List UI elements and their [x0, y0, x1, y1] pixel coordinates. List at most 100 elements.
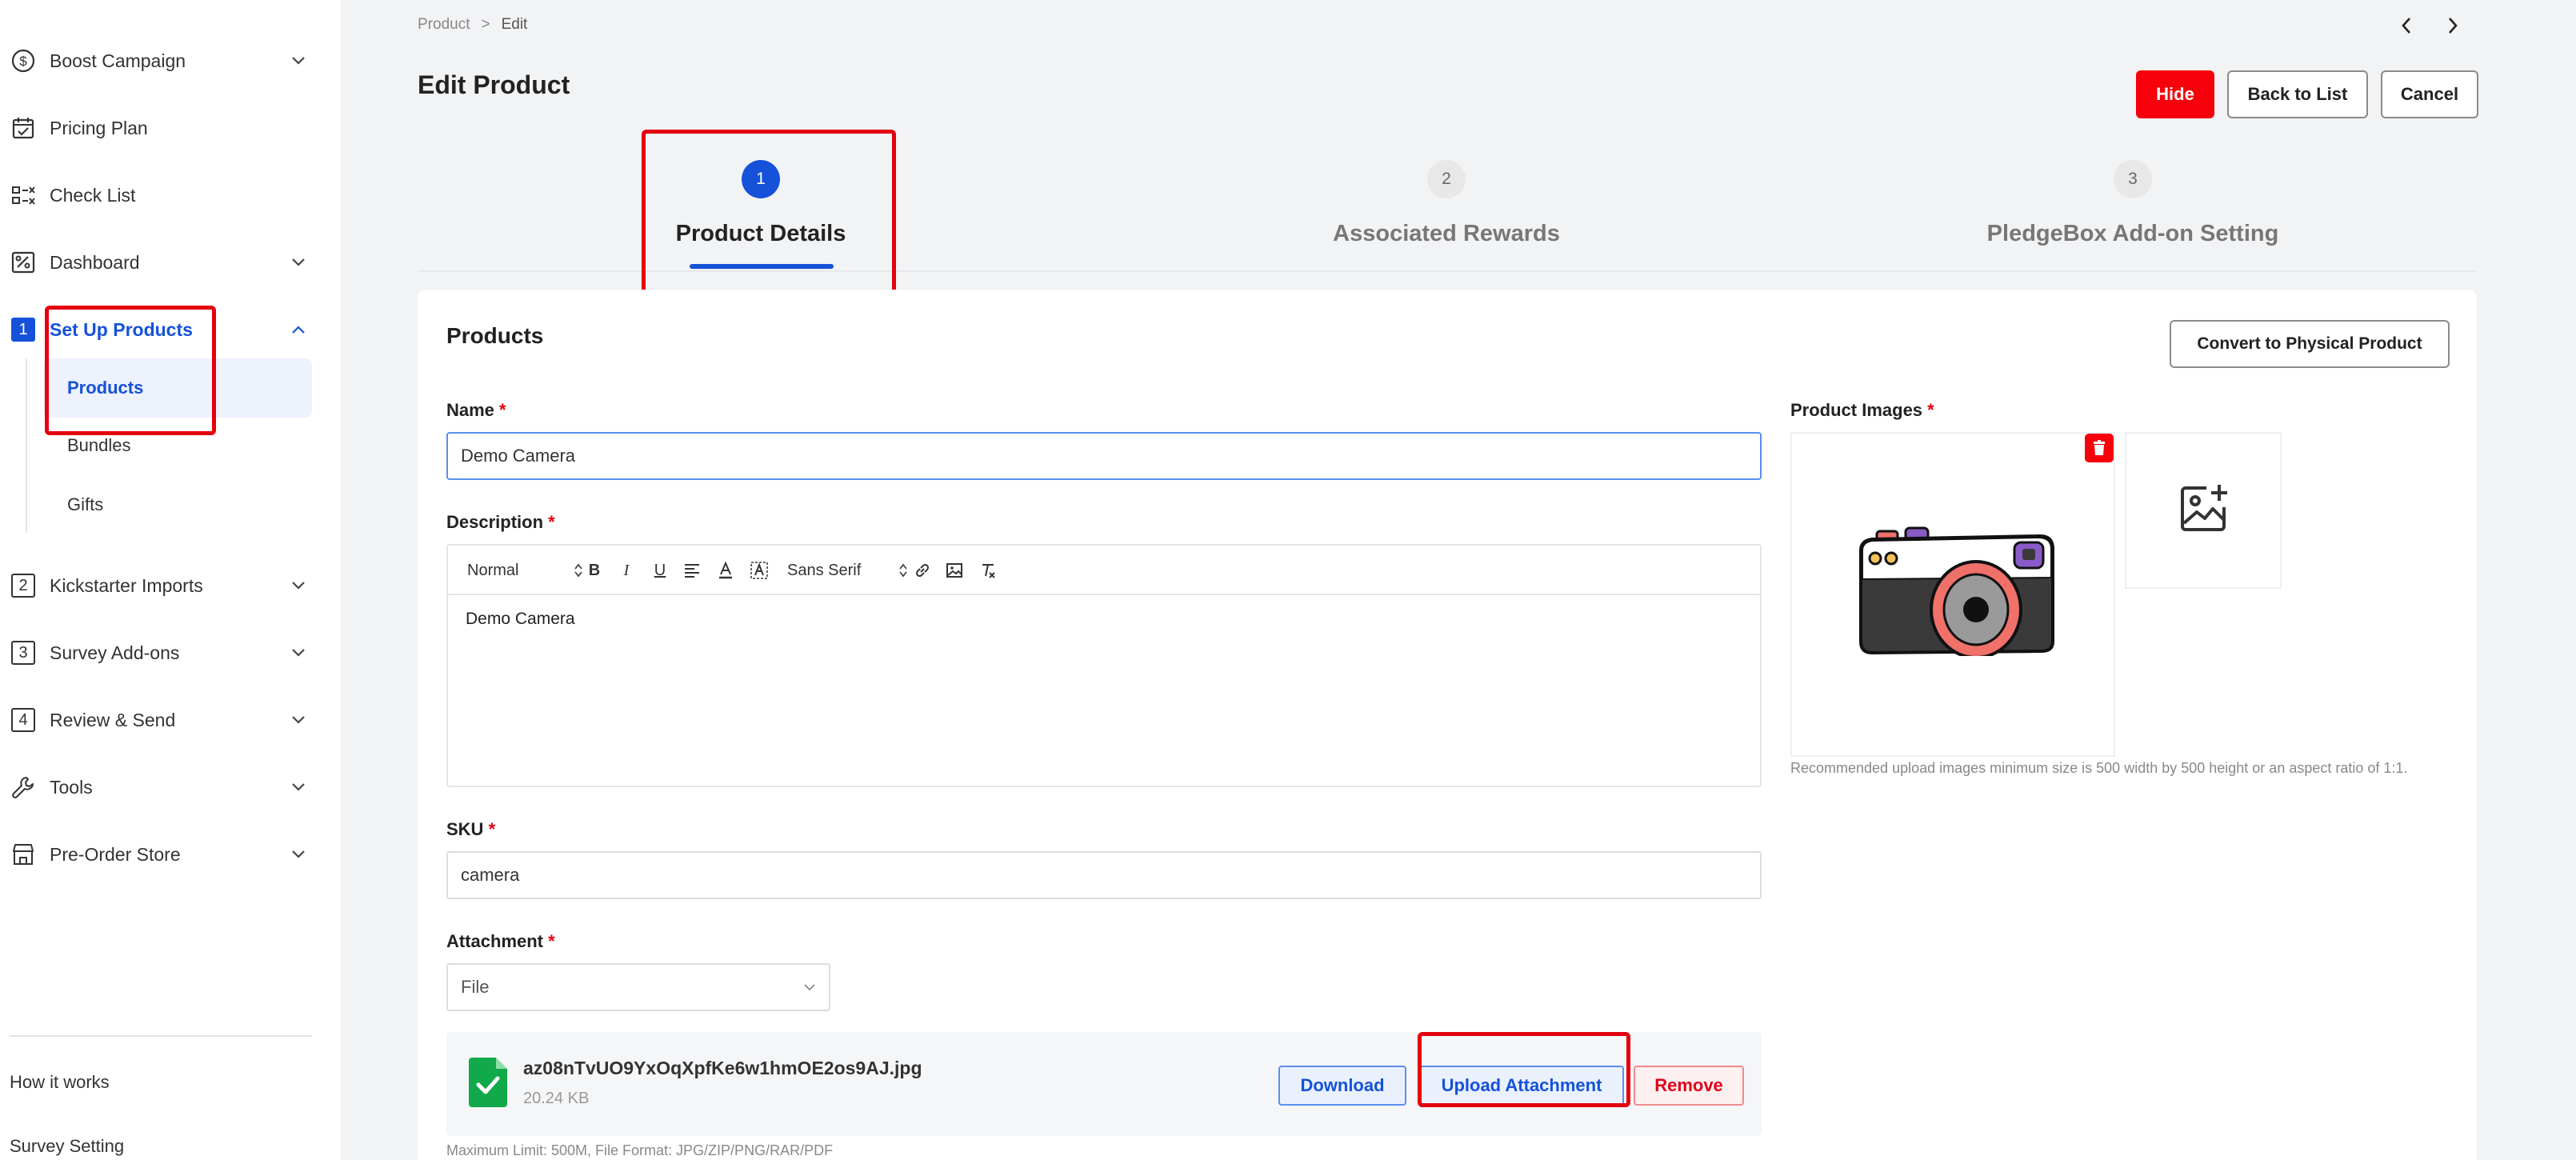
tab-associated-rewards[interactable]: 2 Associated Rewards [1238, 160, 1654, 247]
sidebar-item-pricing-plan[interactable]: Pricing Plan [0, 94, 341, 162]
delete-image-button[interactable] [2085, 434, 2114, 462]
sidebar-item-label: Check List [50, 184, 136, 206]
breadcrumb-edit: Edit [501, 16, 528, 33]
trash-icon [2094, 440, 2105, 455]
chevron-down-icon [286, 842, 310, 866]
sidebar-item-label: Set Up Products [50, 318, 193, 340]
sidebar-item-label: Pricing Plan [50, 117, 148, 138]
download-button[interactable]: Download [1278, 1066, 1406, 1106]
sku-label: SKU * [446, 819, 496, 839]
checklist-icon [10, 182, 37, 209]
step-number: 3 [2114, 160, 2152, 198]
sku-input[interactable]: camera [446, 851, 1762, 899]
product-images-hint: Recommended upload images minimum size i… [1790, 760, 2408, 776]
sidebar-item-set-up-products[interactable]: 1 Set Up Products [0, 296, 341, 363]
sidebar-item-review-send[interactable]: 4 Review & Send [0, 686, 341, 754]
file-check-icon [469, 1058, 507, 1111]
steps-divider [418, 270, 2477, 272]
sidebar-item-label: Dashboard [50, 251, 140, 273]
wrench-icon [10, 774, 37, 801]
survey-setting-link[interactable]: Survey Setting [10, 1136, 124, 1157]
sidebar: $ Boost Campaign Pricing Plan Check List… [0, 0, 341, 1160]
sidebar-divider [10, 1035, 312, 1037]
attachment-type-select[interactable]: File [446, 963, 830, 1011]
sidebar-item-boost-campaign[interactable]: $ Boost Campaign [0, 27, 341, 94]
store-icon [10, 841, 37, 868]
chevron-down-icon [286, 708, 310, 732]
breadcrumb-separator: > [481, 16, 490, 33]
sidebar-item-label: Review & Send [50, 709, 176, 730]
how-it-works-link[interactable]: How it works [10, 1072, 110, 1093]
text-color-icon[interactable] [714, 557, 738, 584]
sidebar-item-label: Pre-Order Store [50, 843, 181, 865]
tab-pledgebox-add-on-setting[interactable]: 3 PledgeBox Add-on Setting [1925, 160, 2341, 247]
align-icon[interactable] [680, 557, 704, 584]
back-to-list-button[interactable]: Back to List [2227, 70, 2368, 118]
image-icon[interactable] [942, 557, 966, 584]
sidebar-item-label: Kickstarter Imports [50, 574, 203, 596]
card-title: Products [446, 323, 544, 348]
calendar-check-icon [10, 114, 37, 142]
sidebar-item-label: Boost Campaign [50, 50, 186, 71]
step-number-badge: 3 [10, 639, 37, 666]
convert-to-physical-product-button[interactable]: Convert to Physical Product [2170, 320, 2450, 368]
add-image-button[interactable] [2125, 432, 2282, 589]
dollar-coin-icon: $ [10, 47, 37, 74]
clear-format-icon[interactable] [976, 557, 1000, 584]
step-number: 1 [742, 160, 780, 198]
italic-icon[interactable]: I [614, 557, 638, 584]
sidebar-item-tools[interactable]: Tools [0, 754, 341, 821]
step-number-badge: 1 [10, 316, 37, 343]
sidebar-subitem-gifts[interactable]: Gifts [43, 475, 312, 534]
sidebar-subitem-bundles[interactable]: Bundles [43, 416, 312, 475]
sidebar-item-pre-order-store[interactable]: Pre-Order Store [0, 821, 341, 888]
attachment-label: Attachment * [446, 931, 555, 951]
tab-product-details[interactable]: 1 Product Details [553, 160, 969, 247]
upload-attachment-button[interactable]: Upload Attachment [1419, 1066, 1624, 1106]
svg-text:$: $ [19, 54, 27, 69]
link-icon[interactable] [910, 557, 934, 584]
font-select[interactable]: Sans Serif [787, 557, 907, 584]
chevron-down-icon [804, 984, 815, 991]
sidebar-item-dashboard[interactable]: Dashboard [0, 229, 341, 296]
select-arrows-icon [574, 563, 582, 578]
sidebar-item-survey-add-ons[interactable]: 3 Survey Add-ons [0, 619, 341, 686]
hide-button[interactable]: Hide [2136, 70, 2214, 118]
chevron-right-icon [2449, 18, 2458, 34]
previous-page-button[interactable] [2392, 11, 2421, 40]
add-image-icon [2181, 485, 2227, 531]
submenu-guide-line [26, 358, 27, 533]
cancel-button[interactable]: Cancel [2381, 70, 2478, 118]
step-number-badge: 2 [10, 572, 37, 599]
format-select[interactable]: Normal [467, 557, 582, 584]
editor-toolbar: Normal B I U Sans Serif [448, 546, 1760, 595]
chevron-down-icon [286, 250, 310, 274]
sidebar-item-check-list[interactable]: Check List [0, 162, 341, 229]
chevron-left-icon [2402, 18, 2410, 34]
remove-attachment-button[interactable]: Remove [1634, 1066, 1744, 1106]
bold-icon[interactable]: B [582, 557, 606, 584]
attachment-limit-hint: Maximum Limit: 500M, File Format: JPG/ZI… [446, 1142, 834, 1158]
underline-icon[interactable]: U [648, 557, 672, 584]
active-step-underline [690, 264, 834, 269]
next-page-button[interactable] [2438, 11, 2467, 40]
product-image-thumbnail[interactable] [1790, 432, 2115, 757]
name-input[interactable]: Demo Camera [446, 432, 1762, 480]
chevron-down-icon [286, 641, 310, 665]
breadcrumb-product[interactable]: Product [418, 16, 470, 34]
background-color-icon[interactable] [747, 557, 771, 584]
description-content[interactable]: Demo Camera [466, 610, 575, 629]
step-label: Associated Rewards [1333, 221, 1560, 246]
camera-image [1859, 526, 2054, 656]
description-editor: Normal B I U Sans Serif Demo Camera [446, 544, 1762, 787]
sidebar-subitem-products[interactable]: Products [43, 358, 312, 418]
sidebar-item-label: Survey Add-ons [50, 642, 180, 663]
sidebar-item-kickstarter-imports[interactable]: 2 Kickstarter Imports [0, 552, 341, 619]
chevron-down-icon [286, 49, 310, 73]
step-label: PledgeBox Add-on Setting [1986, 221, 2279, 246]
sidebar-item-label: Tools [50, 776, 93, 798]
description-label: Description * [446, 512, 555, 532]
name-label: Name * [446, 400, 506, 420]
step-label: Product Details [675, 221, 846, 246]
step-number: 2 [1427, 160, 1466, 198]
